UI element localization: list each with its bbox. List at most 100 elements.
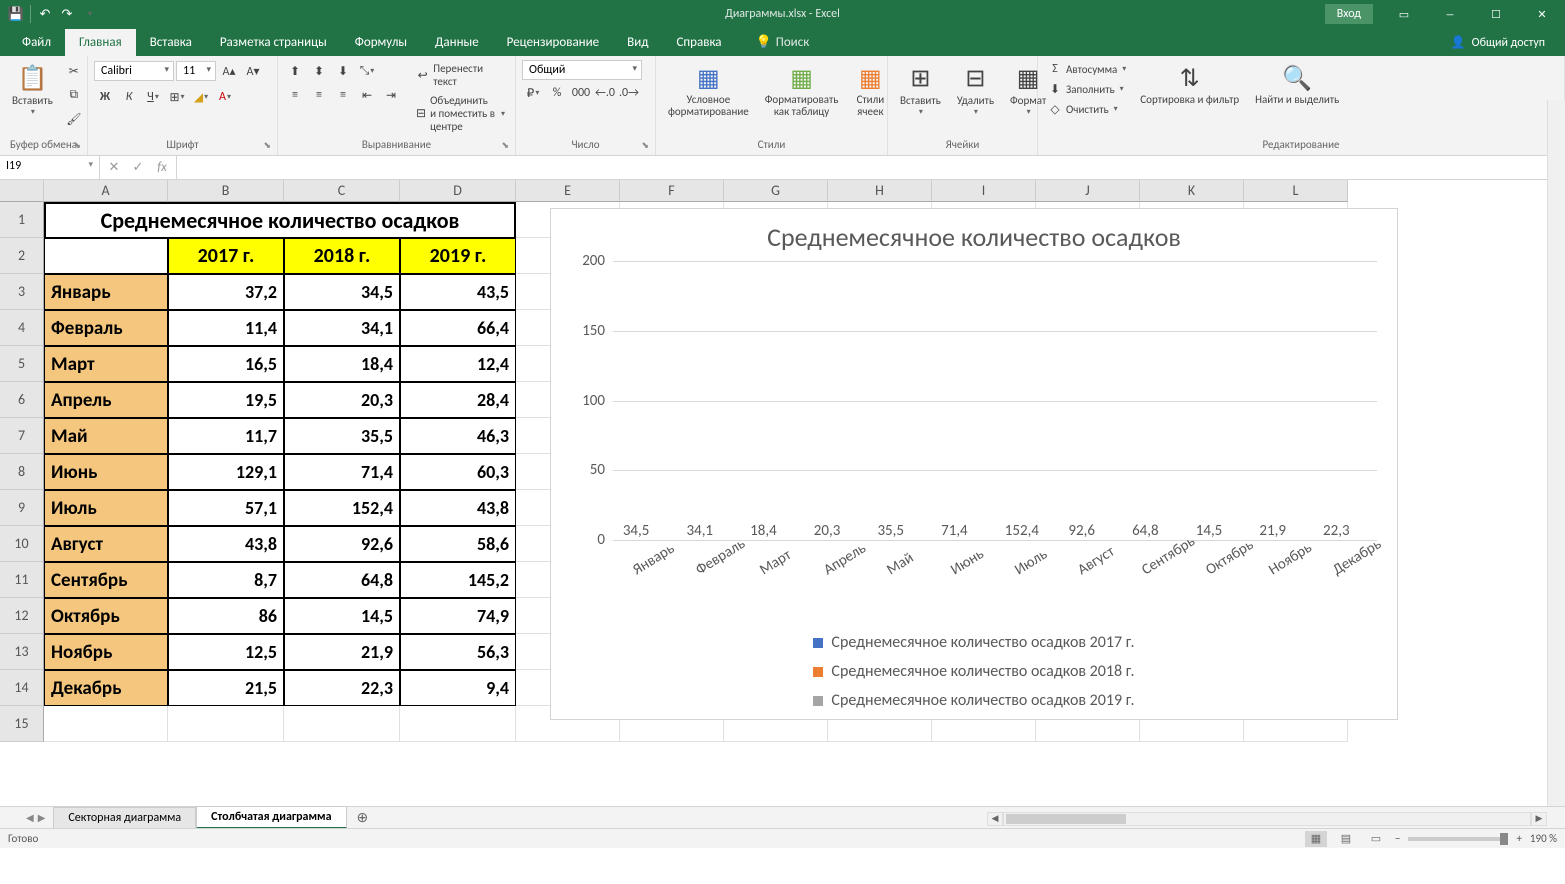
find-select-button[interactable]: 🔍Найти и выделить: [1249, 60, 1345, 108]
row-header[interactable]: 1: [0, 202, 44, 238]
cell[interactable]: 16,5: [168, 346, 284, 382]
tab-review[interactable]: Рецензирование: [493, 29, 613, 56]
row-header[interactable]: 12: [0, 598, 44, 634]
cell[interactable]: 43,5: [400, 274, 516, 310]
launcher-icon[interactable]: ⬊: [263, 140, 271, 151]
cell[interactable]: Декабрь: [44, 670, 168, 706]
new-sheet-button[interactable]: ⊕: [347, 809, 379, 826]
increase-font-icon[interactable]: A▴: [218, 60, 240, 82]
orientation-icon[interactable]: ⤡▾: [356, 60, 378, 82]
zoom-out-icon[interactable]: −: [1395, 832, 1400, 845]
sheet-nav-prev-icon[interactable]: ◀: [26, 811, 34, 824]
undo-icon[interactable]: ↶: [37, 6, 53, 22]
conditional-format-button[interactable]: ▦Условное форматирование: [662, 60, 755, 120]
col-header[interactable]: F: [620, 180, 724, 202]
tell-me-search[interactable]: 💡Поиск: [746, 29, 820, 56]
cell[interactable]: 129,1: [168, 454, 284, 490]
fx-icon[interactable]: fx: [152, 160, 172, 175]
cell[interactable]: [400, 706, 516, 742]
row-header[interactable]: 14: [0, 670, 44, 706]
wrap-text-button[interactable]: ↩Перенести текст: [412, 60, 509, 90]
formula-input[interactable]: [177, 156, 1565, 179]
cell[interactable]: 56,3: [400, 634, 516, 670]
close-icon[interactable]: ✕: [1519, 0, 1565, 28]
cell[interactable]: 152,4: [284, 490, 400, 526]
cell[interactable]: [284, 706, 400, 742]
normal-view-icon[interactable]: ▦: [1305, 831, 1327, 847]
maximize-icon[interactable]: ☐: [1473, 0, 1519, 28]
chart[interactable]: Среднемесячное количество осадков 050100…: [550, 208, 1398, 720]
col-header[interactable]: H: [828, 180, 932, 202]
col-header[interactable]: J: [1036, 180, 1140, 202]
fill-button[interactable]: ⬇Заполнить▾: [1044, 80, 1130, 98]
select-all-corner[interactable]: [0, 180, 44, 202]
cell[interactable]: Май: [44, 418, 168, 454]
share-button[interactable]: 👤Общий доступ: [1441, 29, 1555, 56]
row-header[interactable]: 15: [0, 706, 44, 742]
cell[interactable]: Январь: [44, 274, 168, 310]
font-color-button[interactable]: A▾: [214, 86, 236, 108]
row-header[interactable]: 6: [0, 382, 44, 418]
cell[interactable]: [44, 706, 168, 742]
indent-decrease-icon[interactable]: ⇤: [356, 84, 378, 106]
cell[interactable]: 64,8: [284, 562, 400, 598]
cell[interactable]: Сентябрь: [44, 562, 168, 598]
cell[interactable]: 86: [168, 598, 284, 634]
cell[interactable]: 2017 г.: [168, 238, 284, 274]
page-break-view-icon[interactable]: ▭: [1365, 831, 1387, 847]
tab-formulas[interactable]: Формулы: [341, 29, 421, 56]
tab-insert[interactable]: Вставка: [136, 29, 206, 56]
cell[interactable]: 74,9: [400, 598, 516, 634]
tab-data[interactable]: Данные: [421, 29, 493, 56]
bold-button[interactable]: Ж: [94, 86, 116, 108]
cell[interactable]: 9,4: [400, 670, 516, 706]
cell[interactable]: 12,4: [400, 346, 516, 382]
col-header[interactable]: L: [1244, 180, 1348, 202]
sheet-nav-next-icon[interactable]: ▶: [38, 811, 46, 824]
align-right-icon[interactable]: ≡: [332, 84, 354, 106]
cell[interactable]: [44, 238, 168, 274]
align-center-icon[interactable]: ≡: [308, 84, 330, 106]
launcher-icon[interactable]: ⬊: [73, 140, 81, 151]
comma-icon[interactable]: 000: [570, 82, 592, 104]
col-header[interactable]: A: [44, 180, 168, 202]
row-header[interactable]: 8: [0, 454, 44, 490]
cell[interactable]: Июль: [44, 490, 168, 526]
cell[interactable]: 2019 г.: [400, 238, 516, 274]
number-format-combo[interactable]: Общий: [522, 60, 642, 80]
cell[interactable]: 145,2: [400, 562, 516, 598]
cell[interactable]: Март: [44, 346, 168, 382]
clear-button[interactable]: ◇Очистить▾: [1044, 100, 1130, 118]
cell[interactable]: 37,2: [168, 274, 284, 310]
increase-decimal-icon[interactable]: ←.0: [594, 82, 616, 104]
decrease-font-icon[interactable]: A▾: [242, 60, 264, 82]
row-header[interactable]: 11: [0, 562, 44, 598]
percent-icon[interactable]: %: [546, 82, 568, 104]
zoom-level[interactable]: 190 %: [1530, 832, 1557, 845]
cell[interactable]: Среднемесячное количество осадков: [44, 202, 516, 238]
align-left-icon[interactable]: ≡: [284, 84, 306, 106]
decrease-decimal-icon[interactable]: .0→: [618, 82, 640, 104]
align-middle-icon[interactable]: ⬍: [308, 60, 330, 82]
row-header[interactable]: 10: [0, 526, 44, 562]
align-top-icon[interactable]: ⬆: [284, 60, 306, 82]
paste-button[interactable]: 📋 Вставить ▾: [6, 60, 59, 119]
align-bottom-icon[interactable]: ⬇: [332, 60, 354, 82]
col-header[interactable]: G: [724, 180, 828, 202]
format-as-table-button[interactable]: ▦Форматировать как таблицу: [759, 60, 845, 120]
zoom-in-icon[interactable]: +: [1516, 832, 1521, 845]
qat-more-icon[interactable]: ▾: [82, 6, 98, 22]
delete-cells-button[interactable]: ⊟Удалить▾: [951, 60, 1000, 119]
launcher-icon[interactable]: ⬊: [641, 140, 649, 151]
cell[interactable]: 19,5: [168, 382, 284, 418]
launcher-icon[interactable]: ⬊: [501, 140, 509, 151]
borders-button[interactable]: ⊞▾: [166, 86, 188, 108]
row-header[interactable]: 7: [0, 418, 44, 454]
merge-center-button[interactable]: ⊟Объединить и поместить в центре▾: [412, 92, 509, 135]
redo-icon[interactable]: ↷: [59, 6, 75, 22]
sheet-tab-1[interactable]: Секторная диаграмма: [53, 807, 196, 828]
currency-icon[interactable]: ₽▾: [522, 82, 544, 104]
tab-home[interactable]: Главная: [65, 29, 136, 56]
cell[interactable]: 58,6: [400, 526, 516, 562]
col-header[interactable]: D: [400, 180, 516, 202]
